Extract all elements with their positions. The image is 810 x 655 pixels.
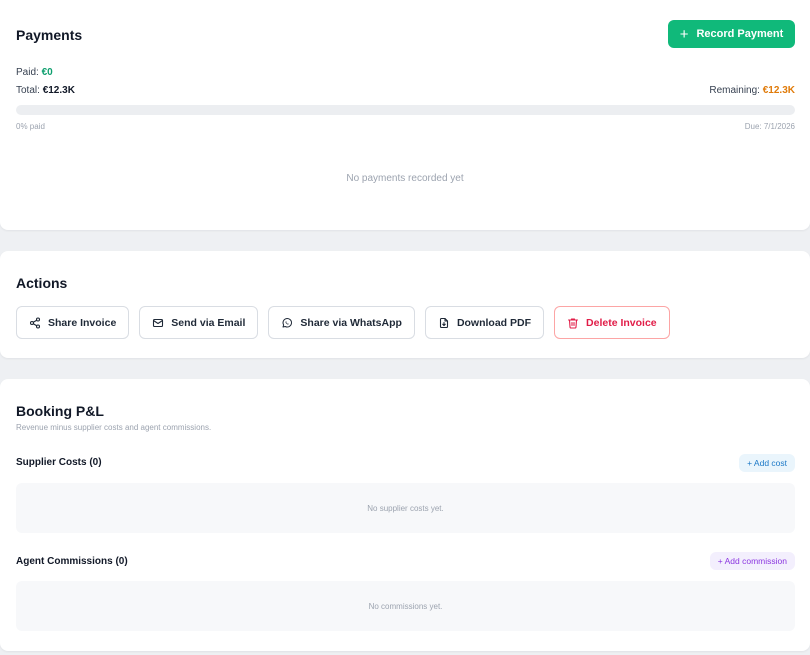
whatsapp-icon [282,317,293,327]
payments-empty-message: No payments recorded yet [346,173,464,184]
supplier-costs-heading: Supplier Costs (0) [16,457,102,468]
delete-invoice-button[interactable]: Delete Invoice [554,306,670,339]
file-download-icon [439,317,448,328]
send-email-label: Send via Email [171,316,246,329]
paid-line: Paid: €0 [16,67,53,78]
payments-title: Payments [16,27,83,43]
commissions-empty: No commissions yet. [16,581,795,631]
supplier-costs-empty: No supplier costs yet. [16,483,795,533]
total-line: Total: €12.3K [16,85,75,96]
send-email-button[interactable]: Send via Email [139,306,259,339]
download-pdf-label: Download PDF [456,316,532,329]
actions-card: Actions Share Invoice Send via Email Sha… [0,251,810,358]
plus-icon: + [679,25,689,43]
trash-icon [567,317,579,329]
due-date-text: Due: 7/1/2026 [744,122,795,131]
share-invoice-button[interactable]: Share Invoice [16,306,130,339]
share-invoice-label: Share Invoice [48,316,117,329]
paid-value: €0 [41,67,53,78]
total-value: €12.3K [42,85,75,96]
record-payment-label: Record Payment [696,28,784,40]
payment-progress-bar [16,105,795,115]
total-label: Total: [16,85,40,96]
delete-invoice-label: Delete Invoice [586,316,657,329]
paid-label: Paid: [16,67,39,78]
remaining-value: €12.3K [762,85,795,96]
pnl-subtitle: Revenue minus supplier costs and agent c… [16,423,212,432]
remaining-label: Remaining: [709,85,760,96]
share-whatsapp-button[interactable]: Share via WhatsApp [268,306,415,339]
record-payment-button[interactable]: + Record Payment [668,20,795,48]
share-icon [29,316,41,329]
add-cost-button[interactable]: + Add cost [739,454,795,472]
download-pdf-button[interactable]: Download PDF [424,306,545,339]
payments-card: Payments + Record Payment Paid: €0 Total… [0,0,810,230]
agent-commissions-heading: Agent Commissions (0) [16,556,128,567]
share-whatsapp-label: Share via WhatsApp [300,316,402,329]
actions-row: Share Invoice Send via Email Share via W… [16,306,670,339]
pnl-title: Booking P&L [16,403,104,419]
add-commission-button[interactable]: + Add commission [709,552,795,570]
percent-paid-text: 0% paid [16,122,45,131]
booking-pnl-card: Booking P&L Revenue minus supplier costs… [0,379,810,651]
actions-title: Actions [16,275,68,291]
remaining-line: Remaining: €12.3K [709,85,795,96]
mail-icon [153,318,164,327]
